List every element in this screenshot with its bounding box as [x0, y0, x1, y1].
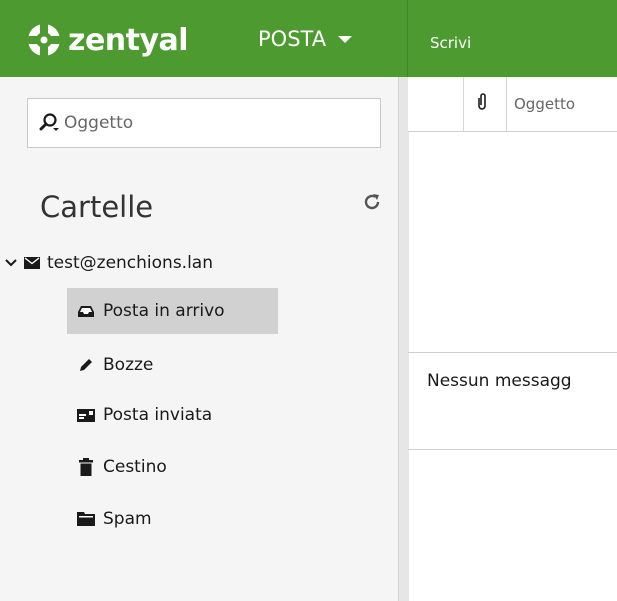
folder-icon [75, 512, 97, 526]
column-divider[interactable] [506, 77, 507, 131]
paperclip-icon[interactable] [476, 92, 488, 116]
trash-icon [75, 458, 97, 476]
inbox-icon [75, 304, 97, 318]
module-label: POSTA [258, 27, 327, 51]
sent-icon [75, 408, 97, 422]
folder-sent[interactable]: Posta inviata [67, 392, 278, 438]
search-box[interactable] [27, 98, 381, 148]
folder-label: Bozze [103, 355, 154, 375]
account-label: test@zenchions.lan [47, 253, 213, 273]
account-folder-root[interactable]: test@zenchions.lan [0, 250, 213, 276]
folder-drafts[interactable]: Bozze [67, 342, 278, 388]
compose-button[interactable]: Scrivi [430, 34, 471, 52]
sidebar-resize-handle[interactable] [398, 77, 409, 601]
mail-icon [24, 257, 40, 269]
chevron-down-icon[interactable] [0, 258, 22, 268]
search-input[interactable] [62, 112, 366, 134]
folder-trash[interactable]: Cestino [67, 444, 278, 490]
folder-label: Posta inviata [103, 405, 213, 425]
pencil-icon [75, 357, 97, 373]
folder-label: Spam [103, 509, 152, 529]
folder-label: Posta in arrivo [103, 301, 225, 321]
message-list-header [408, 77, 617, 132]
refresh-icon[interactable] [362, 192, 382, 217]
caret-down-icon [338, 35, 353, 43]
folder-inbox[interactable]: Posta in arrivo [67, 288, 278, 334]
search-icon [38, 112, 60, 134]
folder-spam[interactable]: Spam [67, 496, 278, 542]
brand-name: zentyal [68, 22, 189, 58]
column-divider[interactable] [463, 77, 464, 131]
zentyal-logo-icon [26, 22, 62, 58]
message-list-empty [408, 352, 617, 450]
module-dropdown[interactable]: POSTA [258, 27, 353, 51]
folder-label: Cestino [103, 457, 167, 477]
topbar-divider [407, 0, 408, 77]
folders-title: Cartelle [40, 190, 154, 224]
zentyal-logo[interactable]: zentyal [26, 20, 189, 60]
empty-message: Nessun messagg [427, 371, 572, 391]
column-subject[interactable]: Oggetto [514, 95, 575, 113]
